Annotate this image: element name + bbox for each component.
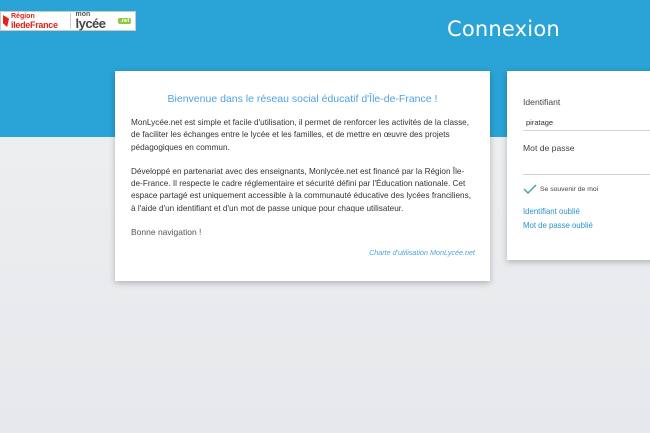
monlycee-logo[interactable]: mon lycée .net: [73, 11, 135, 31]
region-logo-line2: îledeFrance: [11, 20, 58, 30]
identifier-label: Identifiant: [523, 97, 561, 107]
monlycee-logo-net: .net: [118, 18, 132, 24]
forgot-identifier-link[interactable]: Identifiant oublié: [523, 207, 580, 216]
welcome-title: Bienvenue dans le réseau social éducatif…: [167, 93, 438, 105]
region-logo[interactable]: Région îledeFrance: [3, 12, 68, 30]
welcome-paragraph-1: MonLycée.net est simple et facile d'util…: [131, 118, 470, 152]
logo-divider: [70, 13, 72, 29]
monlycee-logo-name: lycée: [75, 16, 106, 31]
remember-me-label: Se souvenir de moi: [540, 185, 599, 193]
welcome-sign-off: Bonne navigation !: [131, 227, 202, 238]
welcome-card: Bienvenue dans le réseau social éducatif…: [115, 71, 490, 281]
identifier-input[interactable]: [523, 115, 650, 131]
welcome-paragraph-2: Développé en partenariat avec des enseig…: [131, 166, 471, 213]
page-title: Connexion: [447, 17, 560, 41]
password-label: Mot de passe: [523, 143, 575, 153]
charter-link[interactable]: Charte d'utilisation MonLycée.net: [369, 248, 475, 257]
partner-logos: Région îledeFrance mon lycée .net: [0, 11, 136, 31]
region-logo-text: Région îledeFrance: [11, 13, 58, 30]
checkmark-icon[interactable]: [523, 184, 537, 194]
remember-me-toggle[interactable]: Se souvenir de moi: [523, 184, 598, 194]
forgot-password-link[interactable]: Mot de passe oublié: [523, 221, 593, 230]
password-input[interactable]: [523, 159, 650, 175]
region-mark-icon: [3, 15, 9, 27]
login-card: Identifiant Mot de passe Se souvenir de …: [507, 71, 650, 260]
